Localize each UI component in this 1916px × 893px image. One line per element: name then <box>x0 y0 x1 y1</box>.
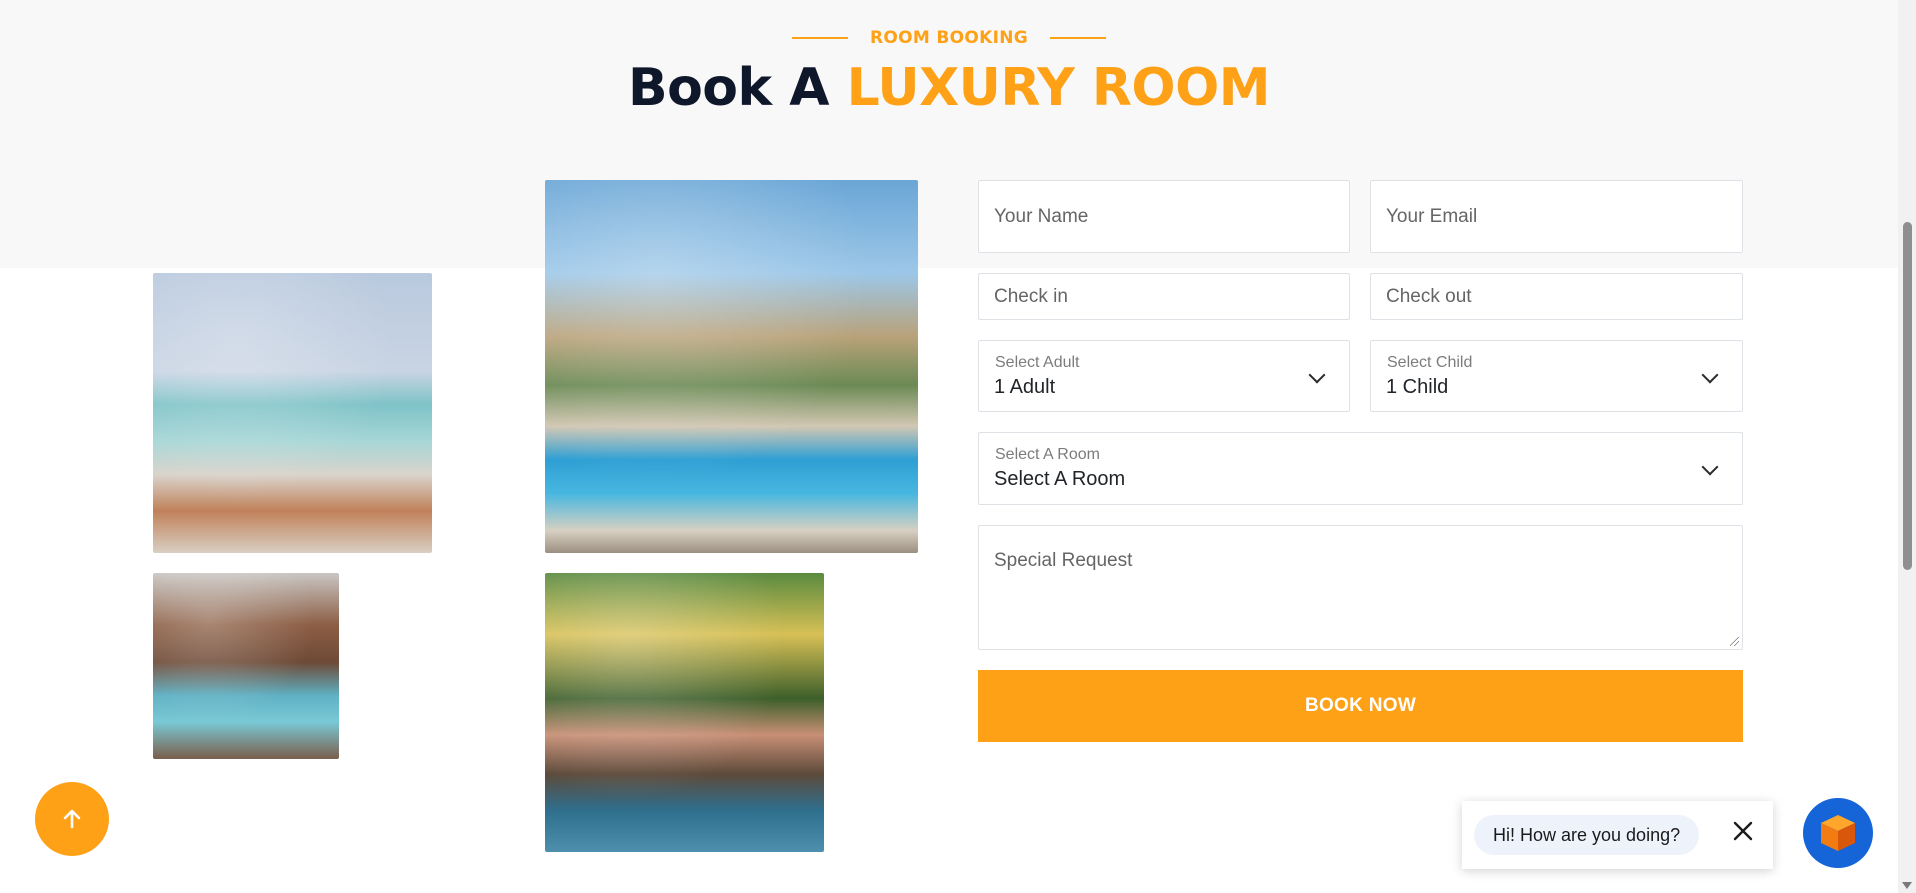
email-field[interactable]: Your Email <box>1370 180 1743 253</box>
arrow-up-icon <box>63 809 81 829</box>
child-select[interactable]: Select Child 1 Child <box>1370 340 1743 412</box>
section-title: Book A LUXURY ROOM <box>0 58 1898 118</box>
special-request-placeholder: Special Request <box>994 550 1133 571</box>
close-icon[interactable] <box>1731 819 1755 843</box>
checkin-placeholder: Check in <box>994 286 1068 307</box>
chevron-down-icon <box>1701 366 1719 384</box>
adult-select-label: Select Adult <box>995 354 1080 371</box>
eyebrow-line-right <box>1049 37 1106 39</box>
eyebrow-line-left <box>792 37 848 39</box>
chevron-down-icon <box>1308 366 1326 384</box>
page-scrollbar[interactable] <box>1898 0 1916 893</box>
tropical-pool-photo <box>545 180 918 553</box>
back-to-top-button[interactable] <box>35 782 109 856</box>
special-request-textarea[interactable]: Special Request <box>978 525 1743 650</box>
child-select-label: Select Child <box>1387 354 1473 371</box>
checkin-field[interactable]: Check in <box>978 273 1350 320</box>
lodge-pool-photo <box>153 573 339 759</box>
scroll-down-arrow-icon[interactable] <box>1902 882 1912 889</box>
adult-select[interactable]: Select Adult 1 Adult <box>978 340 1350 412</box>
adult-select-value: 1 Adult <box>994 376 1056 398</box>
lounger-photo <box>545 573 824 852</box>
chat-cube-icon <box>1821 815 1855 851</box>
title-accent: LUXURY ROOM <box>846 58 1271 118</box>
room-select[interactable]: Select A Room Select A Room <box>978 432 1743 505</box>
chevron-down-icon <box>1701 458 1719 476</box>
scrollbar-thumb[interactable] <box>1903 222 1912 570</box>
checkout-field[interactable]: Check out <box>1370 273 1743 320</box>
name-field[interactable]: Your Name <box>978 180 1350 253</box>
title-main: Book A <box>627 58 830 118</box>
eyebrow-text: ROOM BOOKING <box>870 28 1028 48</box>
resize-handle-icon[interactable] <box>1730 637 1739 646</box>
room-select-label: Select A Room <box>995 446 1100 463</box>
resort-pool-photo <box>153 273 432 553</box>
book-now-button[interactable]: BOOK NOW <box>978 670 1743 742</box>
chat-greeting-bubble[interactable]: Hi! How are you doing? <box>1474 815 1700 855</box>
chat-launcher-button[interactable] <box>1803 798 1873 868</box>
chat-greeting-popup: Hi! How are you doing? <box>1462 801 1773 869</box>
room-select-value: Select A Room <box>994 468 1126 490</box>
child-select-value: 1 Child <box>1386 376 1449 398</box>
section-eyebrow: ROOM BOOKING <box>0 28 1898 48</box>
name-placeholder: Your Name <box>994 206 1089 227</box>
email-placeholder: Your Email <box>1386 206 1478 227</box>
checkout-placeholder: Check out <box>1386 286 1472 307</box>
